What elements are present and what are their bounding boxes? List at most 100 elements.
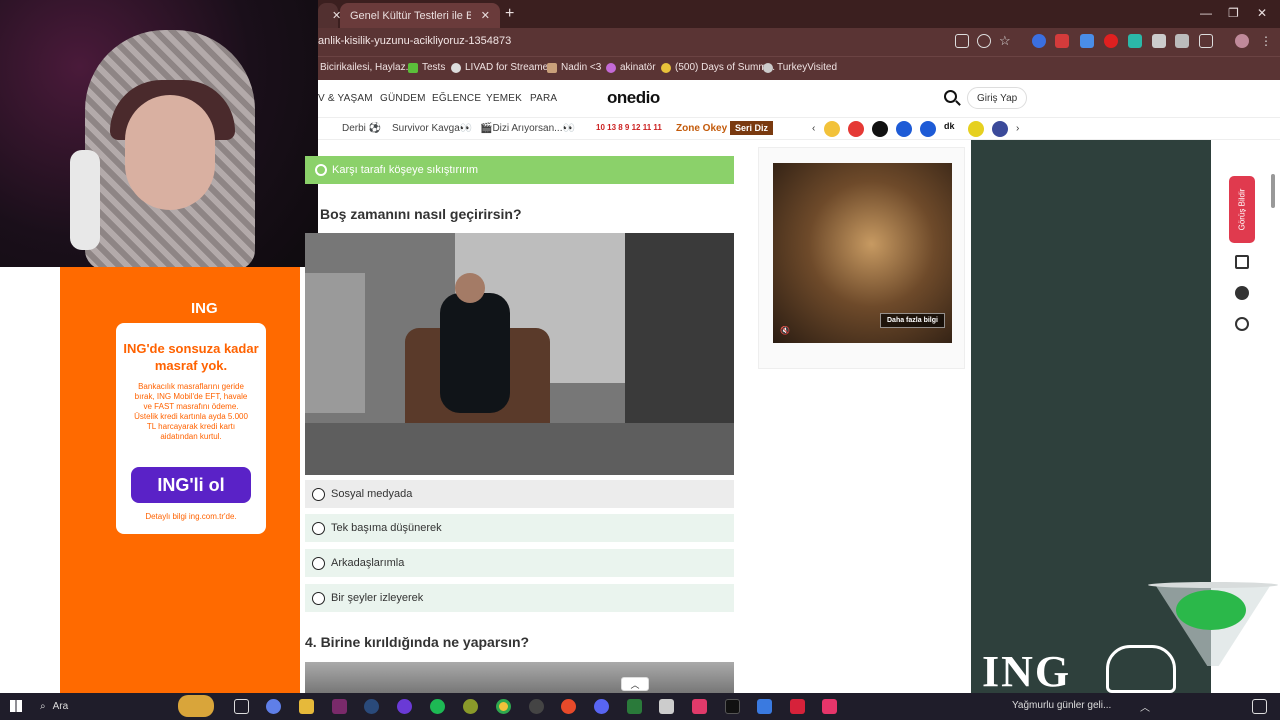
bookmark-item[interactable]: (500) Days of Summ... — [661, 62, 775, 73]
copilot-icon[interactable] — [266, 699, 281, 714]
restore-icon[interactable]: ❐ — [1228, 6, 1239, 20]
subnav-seri[interactable]: Seri Diz — [730, 121, 774, 135]
subnav-link[interactable]: Derbi ⚽ — [342, 123, 381, 134]
subnav-link[interactable]: 🎬Dizi Arıyorsan...👀 — [480, 123, 575, 134]
bookmark-item[interactable]: Bicirikailesi, Haylaz... — [320, 62, 414, 73]
radio-icon[interactable] — [312, 487, 325, 501]
brand-icon[interactable] — [872, 121, 888, 137]
brand-icon[interactable] — [992, 121, 1008, 137]
search-icon[interactable] — [944, 90, 957, 103]
emoji-icon[interactable] — [824, 121, 840, 137]
app-icon[interactable] — [529, 699, 544, 714]
nav-link[interactable]: YEMEK — [486, 93, 522, 104]
radio-icon[interactable] — [312, 556, 325, 570]
steam-icon[interactable] — [364, 699, 379, 714]
ing-wordmark: ING — [982, 647, 1072, 696]
bookmark-item[interactable]: akinatör — [606, 62, 656, 73]
app-icon[interactable] — [822, 699, 837, 714]
ad-cta-button[interactable]: ING'li ol — [131, 467, 251, 503]
mute-icon[interactable]: 🔇 — [780, 326, 790, 335]
tab-active[interactable]: Genel Kültür Testleri ile Bilgini Sına ✕ — [340, 3, 500, 28]
weather-widget[interactable]: Yağmurlu günler geli... — [1012, 700, 1111, 711]
extension-icon[interactable] — [1080, 34, 1094, 48]
extension-icon[interactable] — [1055, 34, 1069, 48]
taskbar-search[interactable]: ⌕ Ara — [36, 697, 176, 716]
task-view-icon[interactable] — [234, 699, 249, 714]
app-icon[interactable] — [790, 699, 805, 714]
scroll-up-button[interactable]: ︿ — [621, 677, 649, 691]
extension-icon[interactable] — [1032, 34, 1046, 48]
app-icon[interactable] — [757, 699, 772, 714]
bookmark-item[interactable]: Tests — [408, 62, 445, 73]
bookmark-item[interactable]: Nadin <3 — [547, 62, 601, 73]
chevron-right-icon[interactable]: › — [1016, 123, 1019, 134]
close-window-icon[interactable]: ✕ — [1257, 6, 1267, 20]
radio-icon[interactable] — [312, 521, 325, 535]
feedback-button[interactable]: Görüş Bildir — [1229, 176, 1255, 243]
answer-option[interactable]: Tek başıma düşünerek — [305, 514, 734, 542]
new-tab-icon[interactable]: + — [505, 5, 514, 23]
answer-option[interactable]: Arkadaşlarımla — [305, 549, 734, 577]
subnav-link[interactable]: Survivor Kavga👀 — [392, 123, 472, 134]
extension-icon[interactable] — [1104, 34, 1118, 48]
app-icon[interactable] — [627, 699, 642, 714]
app-icon[interactable] — [692, 699, 707, 714]
folder-icon[interactable] — [299, 699, 314, 714]
star-icon[interactable]: ☆ — [999, 34, 1013, 48]
nav-link[interactable]: V & YAŞAM — [318, 93, 373, 104]
bookmark-item[interactable]: TurkeyVisited — [763, 62, 837, 73]
close-icon[interactable]: ✕ — [481, 9, 490, 22]
nav-link[interactable]: EĞLENCE — [432, 93, 481, 104]
chevron-left-icon[interactable]: ‹ — [812, 123, 815, 134]
install-icon[interactable] — [955, 34, 969, 48]
app-icon[interactable] — [397, 699, 412, 714]
tab-close-prev[interactable]: ✕ — [318, 3, 341, 28]
next-question-title: 4. Birine kırıldığında ne yaparsın? — [305, 634, 530, 650]
bookmark-item[interactable]: LIVAD for Streamers — [451, 62, 557, 73]
shield-icon[interactable] — [1152, 34, 1166, 48]
left-ad-banner[interactable]: ING ING'de sonsuza kadar masraf yok. Ban… — [60, 267, 300, 693]
avatar[interactable] — [1235, 34, 1249, 48]
extension-icon[interactable] — [1175, 34, 1189, 48]
spotify-icon[interactable] — [430, 699, 445, 714]
subnav-zone[interactable]: Zone Okey — [676, 123, 727, 134]
login-button[interactable]: Giriş Yap — [967, 87, 1028, 109]
more-info-button[interactable]: Daha fazla bilgi — [880, 313, 945, 328]
puzzle-icon[interactable] — [1199, 34, 1213, 48]
answer-option[interactable]: Sosyal medyada — [305, 480, 734, 508]
notification-icon[interactable] — [1252, 699, 1267, 714]
chevron-up-icon[interactable]: ︿ — [1140, 699, 1155, 714]
widget-icon[interactable] — [178, 695, 214, 717]
subnav-numbers[interactable]: 10 13 8 9 12 11 11 — [596, 123, 662, 132]
previous-selected-option[interactable]: Karşı tarafı köşeye sıkıştırırım — [305, 156, 734, 184]
glass-rim — [1148, 582, 1278, 588]
url-field[interactable]: anlik-kisilik-yuzunu-acikliyoruz-1354873 — [318, 35, 511, 47]
menu-icon[interactable]: ⋮ — [1260, 34, 1274, 48]
app-icon[interactable] — [463, 699, 478, 714]
nav-link[interactable]: PARA — [530, 93, 557, 104]
site-logo[interactable]: onedio — [607, 88, 660, 108]
windows-start-icon[interactable] — [10, 700, 22, 712]
app-icon[interactable] — [561, 699, 576, 714]
share-icon[interactable] — [1235, 317, 1249, 331]
flag-icon[interactable] — [848, 121, 864, 137]
brand-icon[interactable] — [968, 121, 984, 137]
zoom-icon[interactable] — [977, 34, 991, 48]
brand-icon[interactable] — [896, 121, 912, 137]
nav-link[interactable]: GÜNDEM — [380, 93, 426, 104]
radio-icon[interactable] — [312, 591, 325, 605]
app-icon[interactable] — [659, 699, 674, 714]
comment-icon[interactable] — [1235, 286, 1249, 300]
bookmark-icon[interactable] — [1235, 255, 1249, 269]
chrome-icon[interactable] — [496, 699, 511, 714]
minimize-icon[interactable]: — — [1200, 6, 1212, 20]
brand-icon[interactable]: dk — [944, 121, 960, 137]
app-icon[interactable] — [332, 699, 347, 714]
next-question-image — [305, 662, 734, 693]
discord-icon[interactable] — [594, 699, 609, 714]
brand-icon[interactable] — [920, 121, 936, 137]
extension-icon[interactable] — [1128, 34, 1142, 48]
scrollbar[interactable] — [1271, 174, 1275, 208]
answer-option[interactable]: Bir şeyler izleyerek — [305, 584, 734, 612]
tiktok-icon[interactable] — [725, 699, 740, 714]
